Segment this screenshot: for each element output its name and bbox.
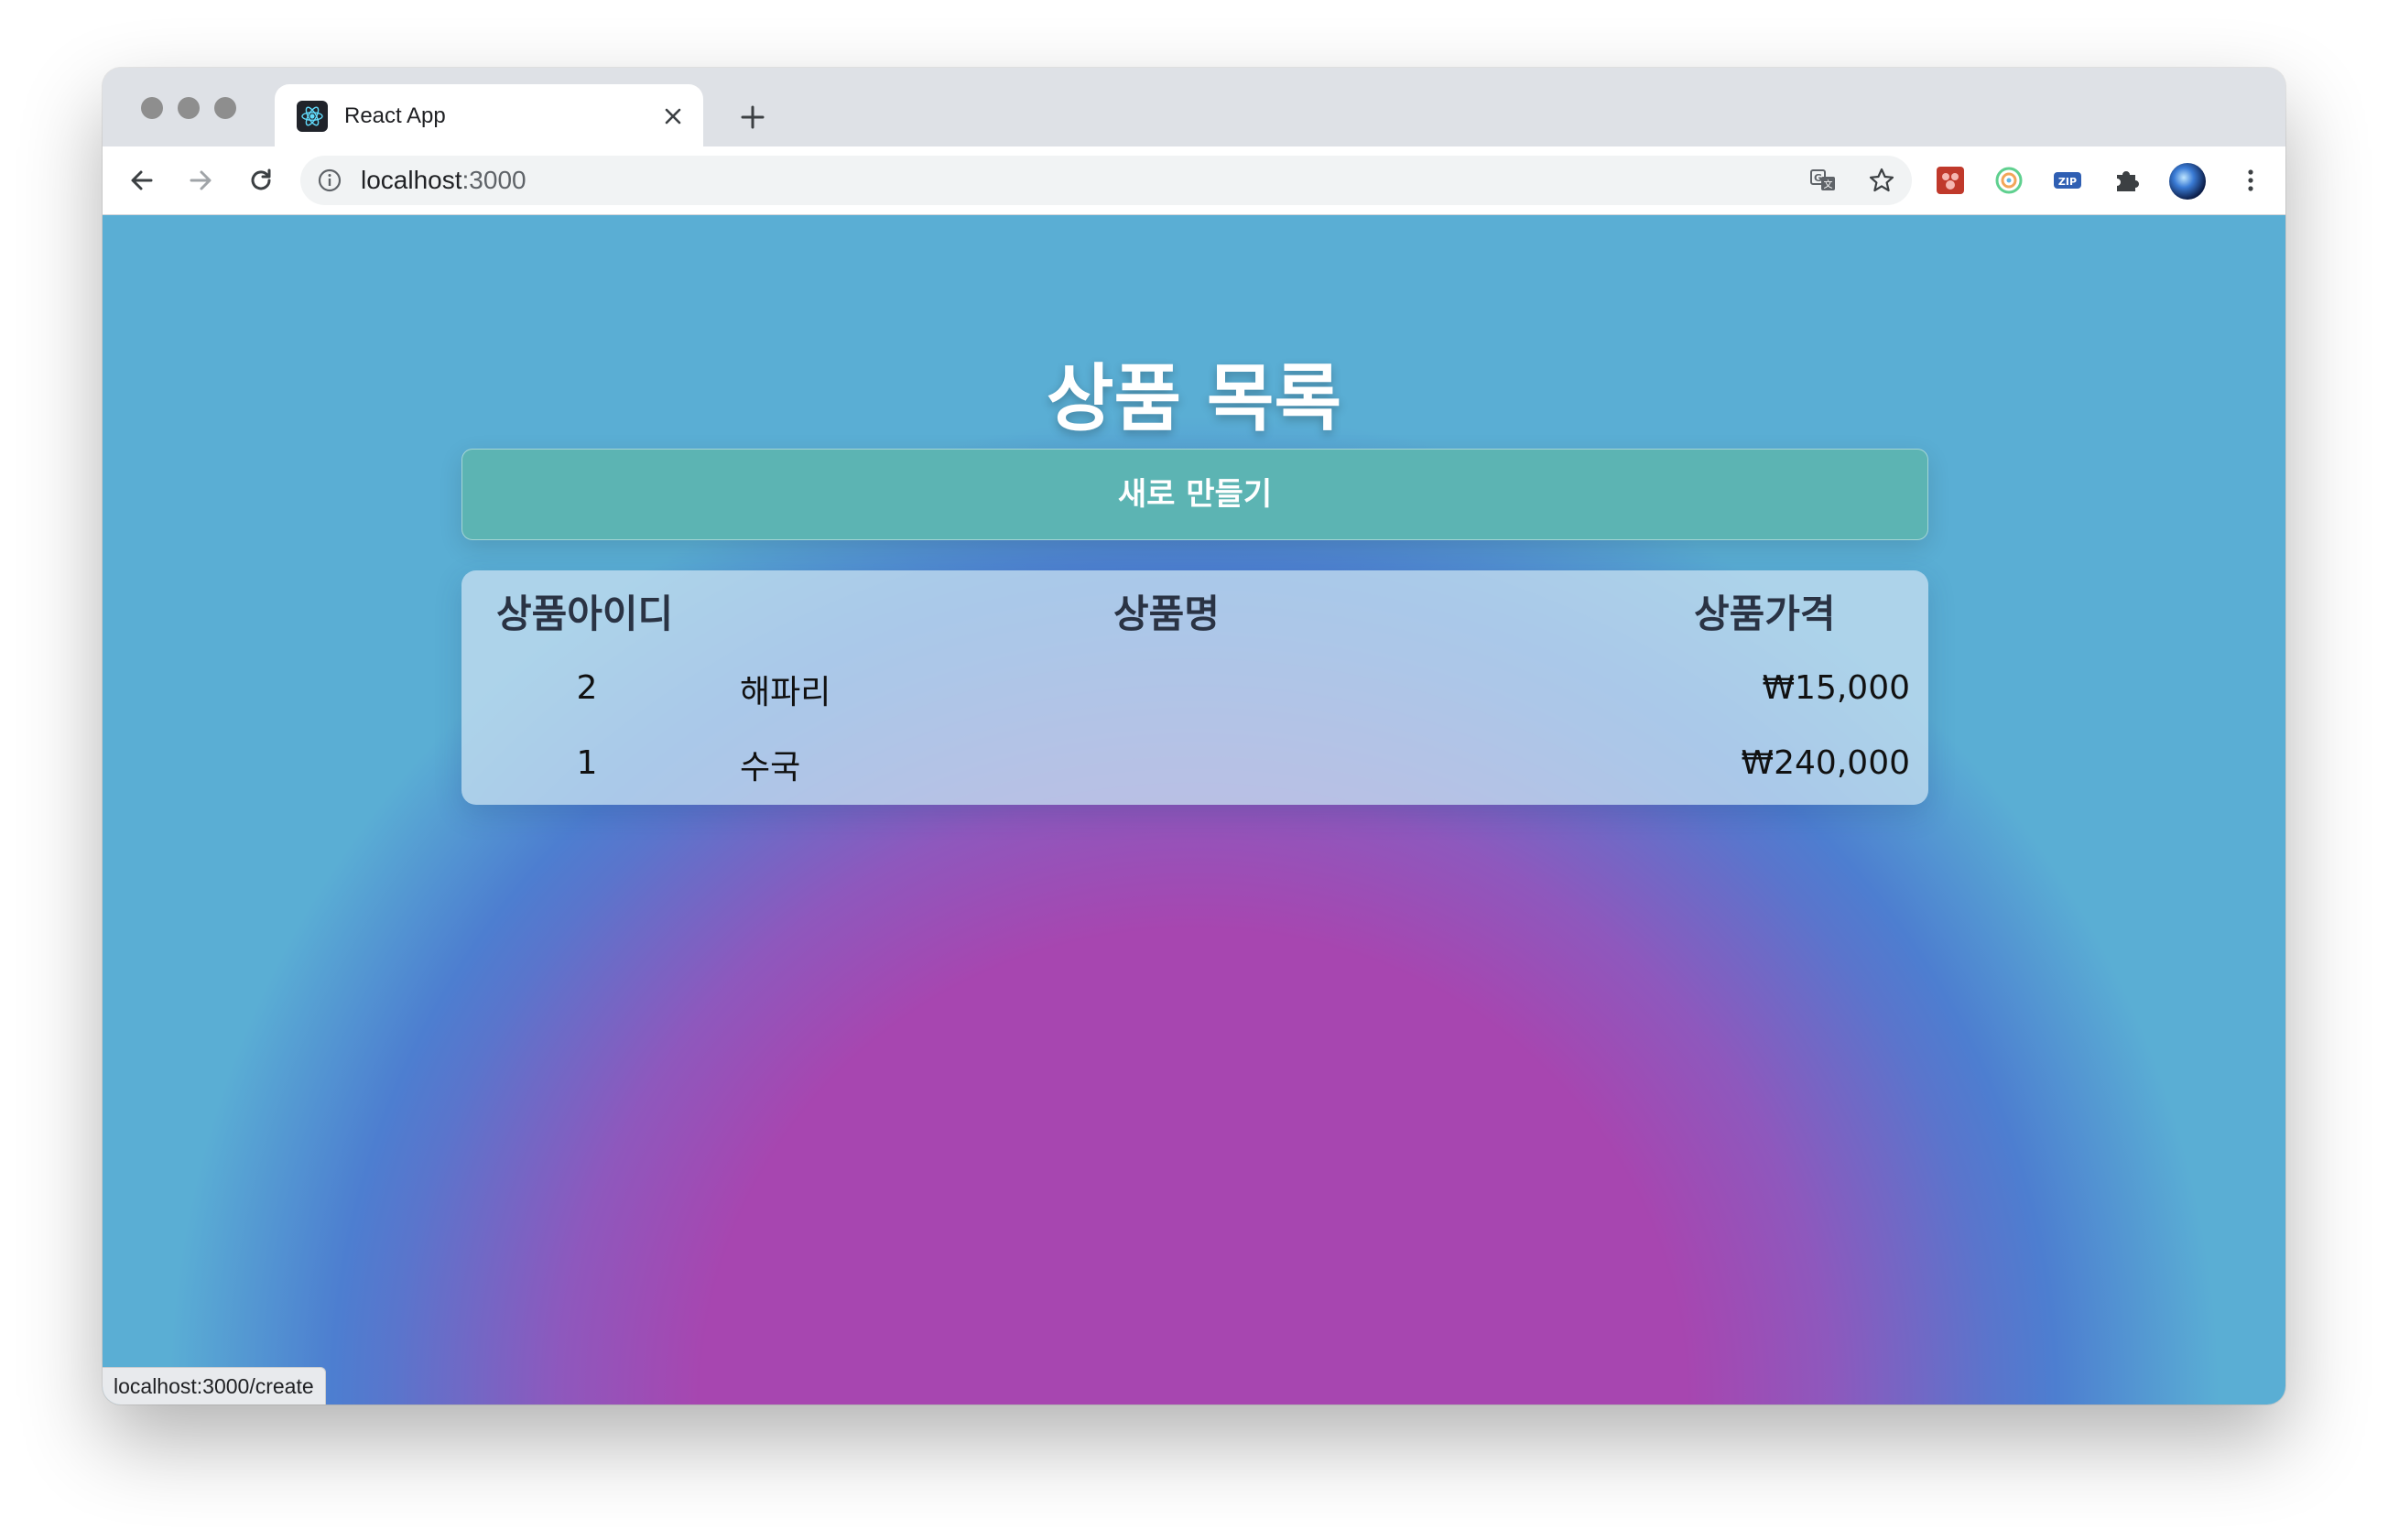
- back-arrow-icon[interactable]: [123, 161, 161, 200]
- site-info-icon[interactable]: [317, 168, 342, 193]
- cell-product-id: 2: [576, 669, 598, 707]
- tab-close-icon[interactable]: [657, 101, 689, 132]
- cell-product-name: 수국: [740, 749, 801, 786]
- address-url: localhost:3000: [361, 156, 526, 205]
- zip-extension-icon[interactable]: ZIP: [2053, 166, 2082, 195]
- new-tab-icon[interactable]: [734, 99, 771, 136]
- svg-text:文: 文: [1824, 179, 1833, 190]
- react-logo-icon: [297, 101, 328, 132]
- translate-icon[interactable]: G 文: [1809, 167, 1837, 194]
- extension-icon-red[interactable]: [1936, 166, 1965, 195]
- minimize-window-icon[interactable]: [178, 97, 200, 119]
- cell-product-price: ₩15,000: [1762, 669, 1910, 707]
- cell-product-id: 1: [576, 744, 598, 782]
- cell-product-name: 해파리: [740, 674, 831, 711]
- url-port: :3000: [461, 166, 526, 194]
- extensions-puzzle-icon[interactable]: [2111, 166, 2141, 195]
- svg-text:ZIP: ZIP: [2058, 176, 2077, 188]
- extension-icon-target[interactable]: [1994, 166, 2024, 195]
- page-title: 상품 목록: [1046, 356, 1342, 441]
- create-new-button[interactable]: 새로 만들기: [461, 449, 1928, 540]
- tab-react-app[interactable]: React App: [275, 84, 703, 148]
- tab-title: React App: [344, 103, 446, 128]
- close-window-icon[interactable]: [141, 97, 163, 119]
- header-product-name: 상품명: [1113, 591, 1220, 636]
- profile-avatar-icon[interactable]: [2168, 162, 2207, 201]
- page-content: 상품 목록 새로 만들기 상품아이디 상품명 상품가격 2 해파리 ₩15,00…: [103, 215, 2285, 1404]
- header-product-price: 상품가격: [1694, 591, 1836, 636]
- browser-window: React App localhost:3000 G 文 ZIP 상품 목록 새…: [103, 68, 2285, 1404]
- cell-product-price: ₩240,000: [1741, 744, 1910, 782]
- url-host: localhost: [361, 166, 462, 194]
- bookmark-star-icon[interactable]: [1868, 167, 1895, 194]
- reload-icon[interactable]: [242, 161, 280, 200]
- forward-arrow-icon[interactable]: [181, 161, 220, 200]
- tab-strip: React App: [103, 68, 2285, 148]
- more-menu-icon[interactable]: [2236, 166, 2265, 195]
- address-bar[interactable]: localhost:3000 G 文: [300, 156, 1912, 205]
- browser-toolbar: localhost:3000 G 文 ZIP: [103, 146, 2285, 215]
- svg-text:G: G: [1814, 172, 1822, 184]
- product-table: 상품아이디 상품명 상품가격 2 해파리 ₩15,000 1 수국 ₩240,0…: [461, 570, 1928, 805]
- maximize-window-icon[interactable]: [214, 97, 236, 119]
- header-product-id: 상품아이디: [496, 591, 674, 636]
- link-status-bar: localhost:3000/create: [103, 1367, 326, 1404]
